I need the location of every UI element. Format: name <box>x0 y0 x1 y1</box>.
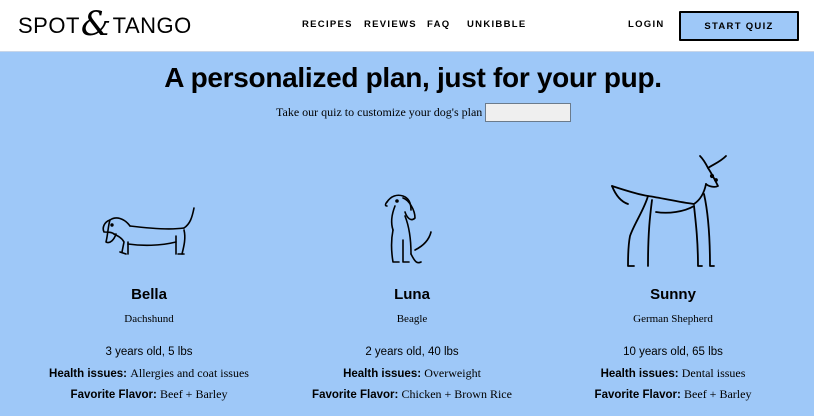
german-shepherd-icon <box>611 155 727 267</box>
flavor-value: Chicken + Brown Rice <box>401 387 512 401</box>
nav-unkibble[interactable]: UNKIBBLE <box>467 19 526 30</box>
start-quiz-button[interactable]: START QUIZ <box>679 11 799 41</box>
dog-breed: Beagle <box>396 313 428 325</box>
dog-card-sunny: Sunny German Shepherd 10 years old, 65 l… <box>538 52 808 416</box>
dog-age-weight: 3 years old, 5 lbs <box>105 346 193 358</box>
hero-section: A personalized plan, just for your pup. … <box>0 52 814 416</box>
dog-card-luna: Luna Beagle 2 years old, 40 lbs Health i… <box>277 52 547 416</box>
dog-name: Sunny <box>650 286 696 303</box>
dog-breed: Dachshund <box>124 313 174 325</box>
flavor-label: Favorite Flavor: <box>594 389 681 401</box>
health-label: Health issues: <box>600 368 679 380</box>
dog-health-issues: Health issues: Allergies and coat issues <box>14 366 284 381</box>
dog-age-weight: 2 years old, 40 lbs <box>365 346 459 358</box>
dog-breed: German Shepherd <box>633 313 713 325</box>
dog-health-issues: Health issues: Dental issues <box>538 366 808 381</box>
dog-health-issues: Health issues: Overweight <box>277 366 547 381</box>
flavor-value: Beef + Barley <box>160 387 228 401</box>
health-value: Allergies and coat issues <box>130 366 249 380</box>
dog-age-weight: 10 years old, 65 lbs <box>623 346 723 358</box>
flavor-label: Favorite Flavor: <box>70 389 157 401</box>
dog-favorite-flavor: Favorite Flavor: Beef + Barley <box>538 387 808 402</box>
health-value: Overweight <box>424 366 481 380</box>
flavor-value: Beef + Barley <box>684 387 752 401</box>
nav-login[interactable]: LOGIN <box>628 19 665 30</box>
dog-name: Luna <box>394 286 430 303</box>
health-label: Health issues: <box>49 368 127 380</box>
nav-recipes[interactable]: RECIPES <box>302 19 353 30</box>
health-label: Health issues: <box>343 368 422 380</box>
health-value: Dental issues <box>681 366 746 380</box>
nav-faq[interactable]: FAQ <box>427 19 450 30</box>
dog-favorite-flavor: Favorite Flavor: Chicken + Brown Rice <box>277 387 547 402</box>
dog-favorite-flavor: Favorite Flavor: Beef + Barley <box>14 387 284 402</box>
dog-name: Bella <box>131 286 167 303</box>
dachshund-icon <box>102 207 195 255</box>
beagle-icon <box>384 194 432 264</box>
dog-card-bella: Bella Dachshund 3 years old, 5 lbs Healt… <box>14 52 284 416</box>
flavor-label: Favorite Flavor: <box>312 389 399 401</box>
nav-reviews[interactable]: REVIEWS <box>364 19 417 30</box>
site-header: SPOT & TANGO RECIPES REVIEWS FAQ UNKIBBL… <box>0 0 814 52</box>
